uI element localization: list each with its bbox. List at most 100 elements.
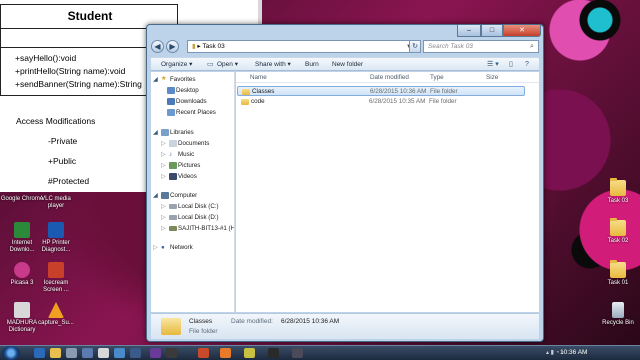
taskbar-app-icon[interactable] <box>82 348 93 358</box>
organize-label: Organize <box>161 61 188 68</box>
nav-videos[interactable]: Videos <box>178 172 197 181</box>
taskbar-app-icon[interactable] <box>166 348 177 358</box>
maximize-button[interactable]: □ <box>481 25 503 37</box>
column-size[interactable]: Size <box>486 73 498 82</box>
dictionary-icon <box>14 302 30 318</box>
address-bar[interactable]: ▮ ▸ Task 03 ▼ <box>187 40 417 53</box>
expand-arrow-icon[interactable]: ▷ <box>153 243 158 252</box>
search-icon: ⌕ <box>530 43 534 50</box>
file-row[interactable]: Classes 6/28/2015 10:36 AM File folder <box>237 86 525 96</box>
folder-icon <box>610 178 626 196</box>
taskbar-app-icon[interactable] <box>130 348 141 358</box>
new-folder-button[interactable]: New folder <box>332 59 363 70</box>
network-icon: ● <box>161 244 165 251</box>
start-button[interactable] <box>2 346 20 360</box>
taskbar-app-icon[interactable] <box>244 348 255 358</box>
nav-computer[interactable]: Computer <box>170 191 197 200</box>
recorder-icon[interactable] <box>198 348 209 358</box>
detail-modified-label: Date modified: <box>231 318 273 325</box>
desktop-icon-label: Recycle Bin <box>602 320 634 326</box>
nav-local-disk-c[interactable]: Local Disk (C:) <box>178 202 219 211</box>
refresh-button[interactable]: ↻ <box>409 40 421 53</box>
desktop-icon-capture[interactable]: capture_Su... <box>34 302 78 327</box>
close-button[interactable]: ✕ <box>503 25 541 37</box>
expand-arrow-icon[interactable]: ▷ <box>161 202 166 211</box>
navigation-bar: ◀ ▶ ▮ ▸ Task 03 ▼ ↻ Search Task 03 ⌕ <box>151 40 539 54</box>
back-button[interactable]: ◀ <box>151 40 164 53</box>
detail-name: Classes <box>189 318 213 325</box>
column-name[interactable]: Name <box>250 73 267 82</box>
search-placeholder: Search Task 03 <box>428 43 473 50</box>
expand-arrow-icon[interactable]: ▷ <box>161 161 166 170</box>
nav-favorites[interactable]: Favorites <box>170 75 195 84</box>
desktop-icon-task01[interactable]: Task 01 <box>596 260 640 287</box>
desktop-icon-icecream[interactable]: Icecream Screen ... <box>34 262 78 294</box>
expand-arrow-icon[interactable]: ▷ <box>161 150 166 159</box>
hard-disk-icon <box>169 204 177 209</box>
collapse-arrow-icon[interactable]: ◢ <box>153 191 158 200</box>
taskbar-app-icon[interactable] <box>114 348 125 358</box>
minimize-button[interactable]: – <box>457 25 481 37</box>
recorder-icon <box>48 262 64 278</box>
desktop-icon-task03[interactable]: Task 03 <box>596 178 640 205</box>
expand-arrow-icon[interactable]: ▷ <box>161 213 166 222</box>
breadcrumb-item[interactable]: Task 03 <box>202 43 224 50</box>
command-bar: Organize ▾ ▭ Open ▾ Share with ▾ Burn Ne… <box>151 57 539 71</box>
file-row[interactable]: code 6/28/2015 10:35 AM File folder <box>237 97 525 107</box>
expand-arrow-icon[interactable]: ▷ <box>161 224 166 233</box>
forward-button[interactable]: ▶ <box>166 40 179 53</box>
taskbar-app-icon[interactable] <box>268 348 279 358</box>
column-type[interactable]: Type <box>430 73 444 82</box>
nav-documents[interactable]: Documents <box>178 139 209 148</box>
computer-icon <box>161 192 169 199</box>
open-label: Open <box>217 61 233 68</box>
desktop-icon-recycle-bin[interactable]: Recycle Bin <box>596 302 640 327</box>
share-with-button[interactable]: Share with ▾ <box>255 59 291 70</box>
nav-downloads[interactable]: Downloads <box>176 97 207 106</box>
view-options-icon[interactable]: ☰ ▾ <box>487 59 499 70</box>
open-button[interactable]: Open ▾ <box>217 59 238 70</box>
organize-button[interactable]: Organize ▾ <box>161 59 192 70</box>
recent-places-icon <box>167 109 175 116</box>
preview-pane-icon[interactable]: ▯ <box>509 59 513 70</box>
nav-usb-drive[interactable]: SAJITH-BIT13-#1 (H <box>178 224 234 233</box>
nav-desktop[interactable]: Desktop <box>176 86 199 95</box>
expand-arrow-icon[interactable]: ▷ <box>161 139 166 148</box>
nav-local-disk-d[interactable]: Local Disk (D:) <box>178 213 219 222</box>
expand-arrow-icon[interactable]: ▷ <box>161 172 166 181</box>
collapse-arrow-icon[interactable]: ◢ <box>153 128 158 137</box>
ie-icon[interactable] <box>34 348 45 358</box>
file-date: 6/28/2015 10:35 AM <box>369 98 426 105</box>
collapse-arrow-icon[interactable]: ◢ <box>153 75 158 84</box>
desktop-icon-task02[interactable]: Task 02 <box>596 218 640 245</box>
burn-button[interactable]: Burn <box>305 59 319 70</box>
visual-studio-icon[interactable] <box>150 348 161 358</box>
vlc-cone-icon <box>48 302 64 318</box>
file-list: Name Date modified Type Size Classes 6/2… <box>236 72 539 312</box>
taskbar-app-icon[interactable] <box>292 348 303 358</box>
taskbar-app-icon[interactable] <box>98 348 109 358</box>
desktop-icon-vlc[interactable]: VLC media player <box>34 196 78 210</box>
desktop-icon-hp[interactable]: HP Printer Diagnost... <box>34 222 78 254</box>
title-bar[interactable]: – □ ✕ <box>147 25 543 39</box>
nav-recent-places[interactable]: Recent Places <box>176 108 216 117</box>
file-type: File folder <box>430 88 458 95</box>
help-icon[interactable]: ? <box>525 59 529 70</box>
explorer-icon[interactable] <box>50 348 61 358</box>
nav-libraries[interactable]: Libraries <box>170 128 194 137</box>
nav-network[interactable]: Network <box>170 243 193 252</box>
nav-music[interactable]: Music <box>178 150 194 159</box>
uml-method: +sayHello():void <box>15 53 77 63</box>
search-input[interactable]: Search Task 03 ⌕ <box>423 40 539 53</box>
clock[interactable]: 10:36 AM <box>560 348 587 358</box>
desktop-icon-label: Task 02 <box>607 238 629 244</box>
file-type: File folder <box>429 98 457 105</box>
taskbar-app-icon[interactable] <box>66 348 77 358</box>
detail-type: File folder <box>189 328 218 335</box>
taskbar-app-icon[interactable] <box>220 348 231 358</box>
uml-method: +printHello(String name):void <box>15 66 126 76</box>
folder-icon <box>161 318 181 335</box>
nav-pictures[interactable]: Pictures <box>178 161 200 170</box>
column-date-modified[interactable]: Date modified <box>370 73 409 82</box>
desktop-icon-label: Task 03 <box>607 198 629 204</box>
